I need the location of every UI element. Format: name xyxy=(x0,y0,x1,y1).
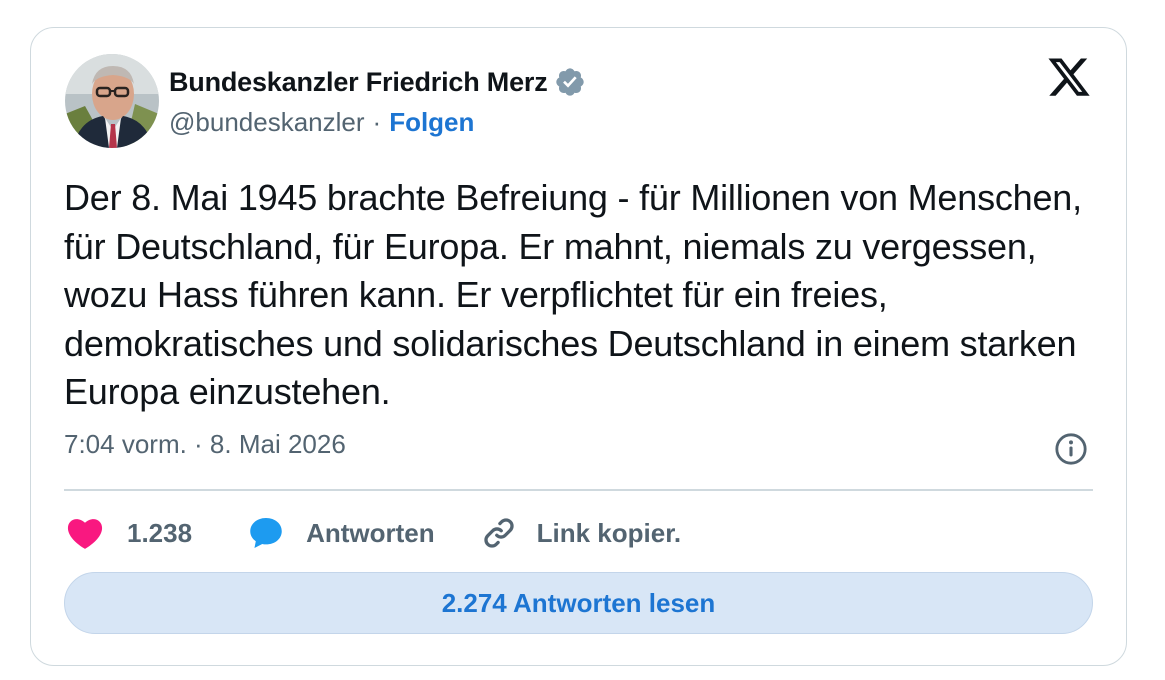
like-button[interactable]: 1.238 xyxy=(67,516,192,550)
reply-label: Antworten xyxy=(306,517,435,548)
copy-link-button[interactable]: Link kopier. xyxy=(481,515,682,551)
tweet-timestamp[interactable]: 7:04 vorm. · 8. Mai 2026 xyxy=(64,429,346,460)
info-icon[interactable] xyxy=(1054,432,1088,466)
tweet-card: Bundeskanzler Friedrich Merz @bundeskanz… xyxy=(30,27,1127,666)
speech-bubble-icon xyxy=(250,518,282,548)
author-handle-row: @bundeskanzler · Folgen xyxy=(169,104,474,140)
action-bar: 1.238 Antworten Link kopier. xyxy=(67,510,681,556)
avatar[interactable] xyxy=(65,54,159,148)
separator-dot: · xyxy=(372,106,382,137)
read-replies-button[interactable]: 2.274 Antworten lesen xyxy=(64,572,1093,634)
author-display-name[interactable]: Bundeskanzler Friedrich Merz xyxy=(169,67,548,98)
copy-link-label: Link kopier. xyxy=(536,517,682,548)
tweet-text: Der 8. Mai 1945 brachte Befreiung - für … xyxy=(64,177,1082,412)
author-handle[interactable]: @bundeskanzler xyxy=(169,107,365,138)
link-icon xyxy=(484,518,514,548)
x-logo-icon[interactable] xyxy=(1046,58,1092,100)
heart-icon xyxy=(67,519,103,549)
author-name-row: Bundeskanzler Friedrich Merz xyxy=(169,62,586,102)
divider xyxy=(64,489,1093,491)
follow-button[interactable]: Folgen xyxy=(389,107,474,138)
verified-badge-icon xyxy=(554,66,586,98)
like-count: 1.238 xyxy=(127,517,193,548)
reply-button[interactable]: Antworten xyxy=(248,516,435,550)
